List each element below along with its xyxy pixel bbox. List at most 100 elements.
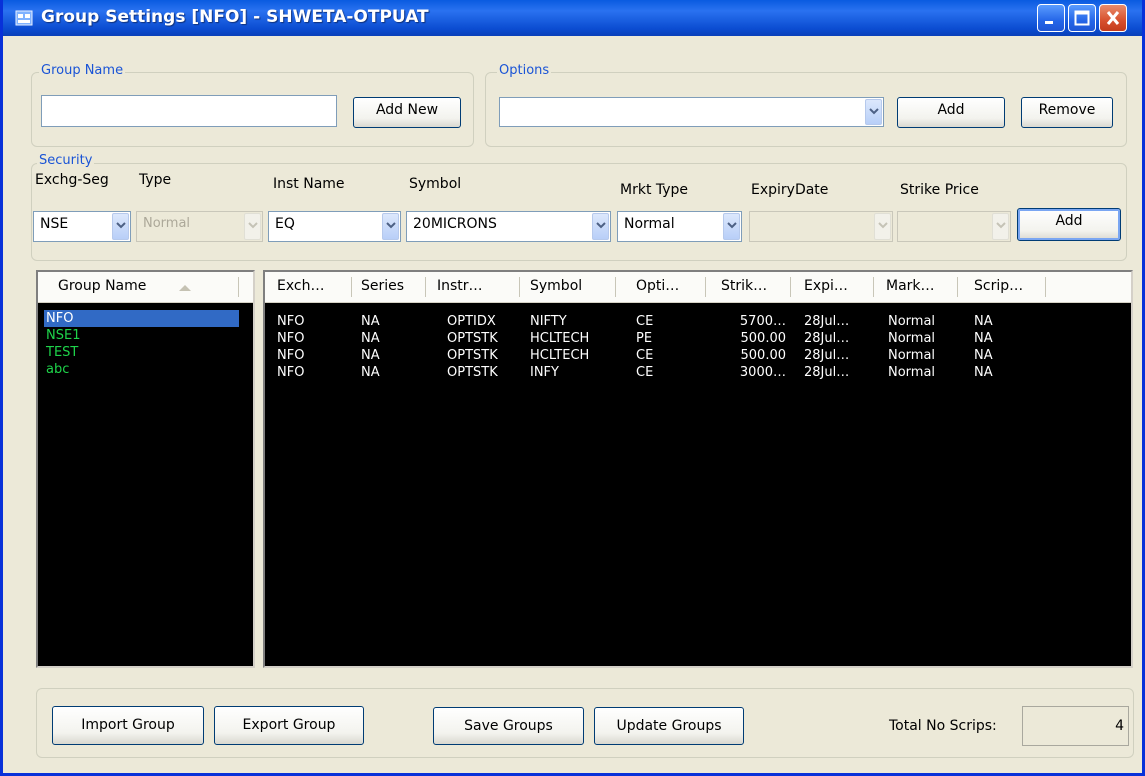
options-add-button[interactable]: Add <box>897 97 1005 128</box>
exchg-seg-value: NSE <box>40 216 69 232</box>
minimize-button[interactable] <box>1037 4 1065 32</box>
type-value: Normal <box>143 216 191 231</box>
scrips-rows: NFO NA OPTIDX NIFTY CE 5700… 28Jul… Normal NA NFO… <box>265 313 1131 666</box>
symbol-value: 20MICRONS <box>413 216 497 232</box>
group-list-header[interactable]: Group Name <box>38 272 253 303</box>
group-list-item[interactable]: NFO <box>44 310 239 327</box>
table-cell: HCLTECH <box>530 348 590 363</box>
column-separator <box>957 277 958 297</box>
chevron-down-icon <box>727 222 737 229</box>
title-bar[interactable]: Group Settings [NFO] - SHWETA-OTPUAT <box>3 0 1142 36</box>
table-cell: Normal <box>888 348 936 363</box>
scrips-column-header[interactable]: Exch… <box>277 278 324 294</box>
update-groups-button[interactable]: Update Groups <box>594 707 744 745</box>
group-list-item[interactable]: NSE1 <box>44 327 239 344</box>
total-scrips-value: 4 <box>1115 718 1124 734</box>
table-row[interactable]: NFO NA OPTSTK HCLTECH CE 500.00 28Jul… Normal NA <box>265 347 1131 364</box>
export-group-button[interactable]: Export Group <box>214 706 364 745</box>
table-cell: Normal <box>888 365 936 380</box>
security-add-button[interactable]: Add <box>1017 208 1121 241</box>
scrips-column-header[interactable]: Scrip… <box>974 278 1023 294</box>
symbol-select[interactable]: 20MICRONS <box>406 211 611 242</box>
update-groups-label: Update Groups <box>616 718 722 734</box>
table-cell: NFO <box>277 331 305 346</box>
table-cell: 5700… <box>739 314 786 329</box>
table-cell: OPTSTK <box>447 348 498 363</box>
scrips-column-header[interactable]: Expi… <box>804 278 848 294</box>
mrkt-type-dropdown-button[interactable] <box>723 213 740 240</box>
group-list-item[interactable]: TEST <box>44 344 239 361</box>
mrkt-type-label: Mrkt Type <box>620 182 689 198</box>
exchg-seg-select[interactable]: NSE <box>33 211 131 242</box>
strike-price-label: Strike Price <box>900 182 979 198</box>
chevron-down-icon <box>996 222 1006 229</box>
close-icon <box>1106 11 1120 25</box>
table-cell: PE <box>636 331 653 346</box>
import-group-label: Import Group <box>81 717 175 733</box>
table-row[interactable]: NFO NA OPTSTK HCLTECH PE 500.00 28Jul… Normal NA <box>265 330 1131 347</box>
table-cell: Normal <box>888 314 936 329</box>
group-list[interactable]: Group Name NFO NSE1 TEST abc <box>36 270 255 668</box>
table-cell: OPTSTK <box>447 331 498 346</box>
inst-name-select[interactable]: EQ <box>268 211 401 242</box>
strike-price-dropdown-button <box>992 213 1009 240</box>
mrkt-type-select[interactable]: Normal <box>617 211 742 242</box>
column-separator <box>790 277 791 297</box>
total-scrips-value-box: 4 <box>1022 706 1129 746</box>
options-add-label: Add <box>937 102 965 118</box>
inst-name-dropdown-button[interactable] <box>382 213 399 240</box>
group-list-item-label: NFO <box>46 311 74 326</box>
table-cell: NIFTY <box>530 314 567 329</box>
type-select: Normal <box>136 211 263 242</box>
table-row[interactable]: NFO NA OPTSTK INFY CE 3000… 28Jul… Normal NA <box>265 364 1131 381</box>
table-row[interactable]: NFO NA OPTIDX NIFTY CE 5700… 28Jul… Normal NA <box>265 313 1131 330</box>
inst-name-label: Inst Name <box>273 176 345 192</box>
scrips-column-header[interactable]: Strik… <box>721 278 767 294</box>
minimize-icon <box>1045 21 1053 24</box>
column-separator <box>1045 277 1046 297</box>
export-group-label: Export Group <box>242 717 336 733</box>
group-list-item-label: abc <box>46 362 70 377</box>
group-name-column-header[interactable]: Group Name <box>58 278 146 294</box>
scrips-table[interactable]: Exch… Series Instr… Symbol Opti… Strik… Expi… M… <box>263 270 1133 668</box>
save-groups-label: Save Groups <box>464 718 553 734</box>
scrips-column-header[interactable]: Instr… <box>437 278 483 294</box>
table-cell: NFO <box>277 365 305 380</box>
options-legend: Options <box>497 63 552 78</box>
group-list-item[interactable]: abc <box>44 361 239 378</box>
symbol-dropdown-button[interactable] <box>592 213 609 240</box>
scrips-table-header[interactable]: Exch… Series Instr… Symbol Opti… Strik… Expi… M… <box>265 272 1131 303</box>
table-cell: OPTIDX <box>447 314 496 329</box>
scrips-column-header[interactable]: Mark… <box>886 278 935 294</box>
scrips-column-header[interactable]: Opti… <box>636 278 679 294</box>
table-cell: NA <box>361 331 380 346</box>
chevron-down-icon <box>869 108 879 115</box>
options-remove-label: Remove <box>1038 102 1096 118</box>
chevron-down-icon <box>386 222 396 229</box>
scrips-column-header[interactable]: Series <box>361 278 404 294</box>
options-remove-button[interactable]: Remove <box>1021 97 1113 128</box>
close-button[interactable] <box>1099 4 1127 32</box>
table-cell: NA <box>361 365 380 380</box>
inst-name-value: EQ <box>275 216 295 232</box>
column-separator <box>615 277 616 297</box>
table-cell: HCLTECH <box>530 331 590 346</box>
group-name-legend: Group Name <box>39 63 126 78</box>
table-cell: OPTSTK <box>447 365 498 380</box>
column-separator <box>351 277 352 297</box>
options-dropdown-button[interactable] <box>865 99 882 125</box>
table-cell: NA <box>974 348 993 363</box>
table-cell: 28Jul… <box>804 348 850 363</box>
scrips-column-header[interactable]: Symbol <box>530 278 582 294</box>
save-groups-button[interactable]: Save Groups <box>433 707 584 745</box>
table-cell: NA <box>974 365 993 380</box>
table-cell: 500.00 <box>740 348 787 363</box>
options-select[interactable] <box>499 97 884 127</box>
maximize-button[interactable] <box>1068 4 1096 32</box>
import-group-button[interactable]: Import Group <box>52 706 204 745</box>
table-cell: NA <box>361 314 380 329</box>
exchg-seg-dropdown-button[interactable] <box>112 213 129 240</box>
group-name-input[interactable] <box>41 95 337 127</box>
add-new-button[interactable]: Add New <box>353 97 461 128</box>
maximize-icon <box>1074 10 1090 26</box>
